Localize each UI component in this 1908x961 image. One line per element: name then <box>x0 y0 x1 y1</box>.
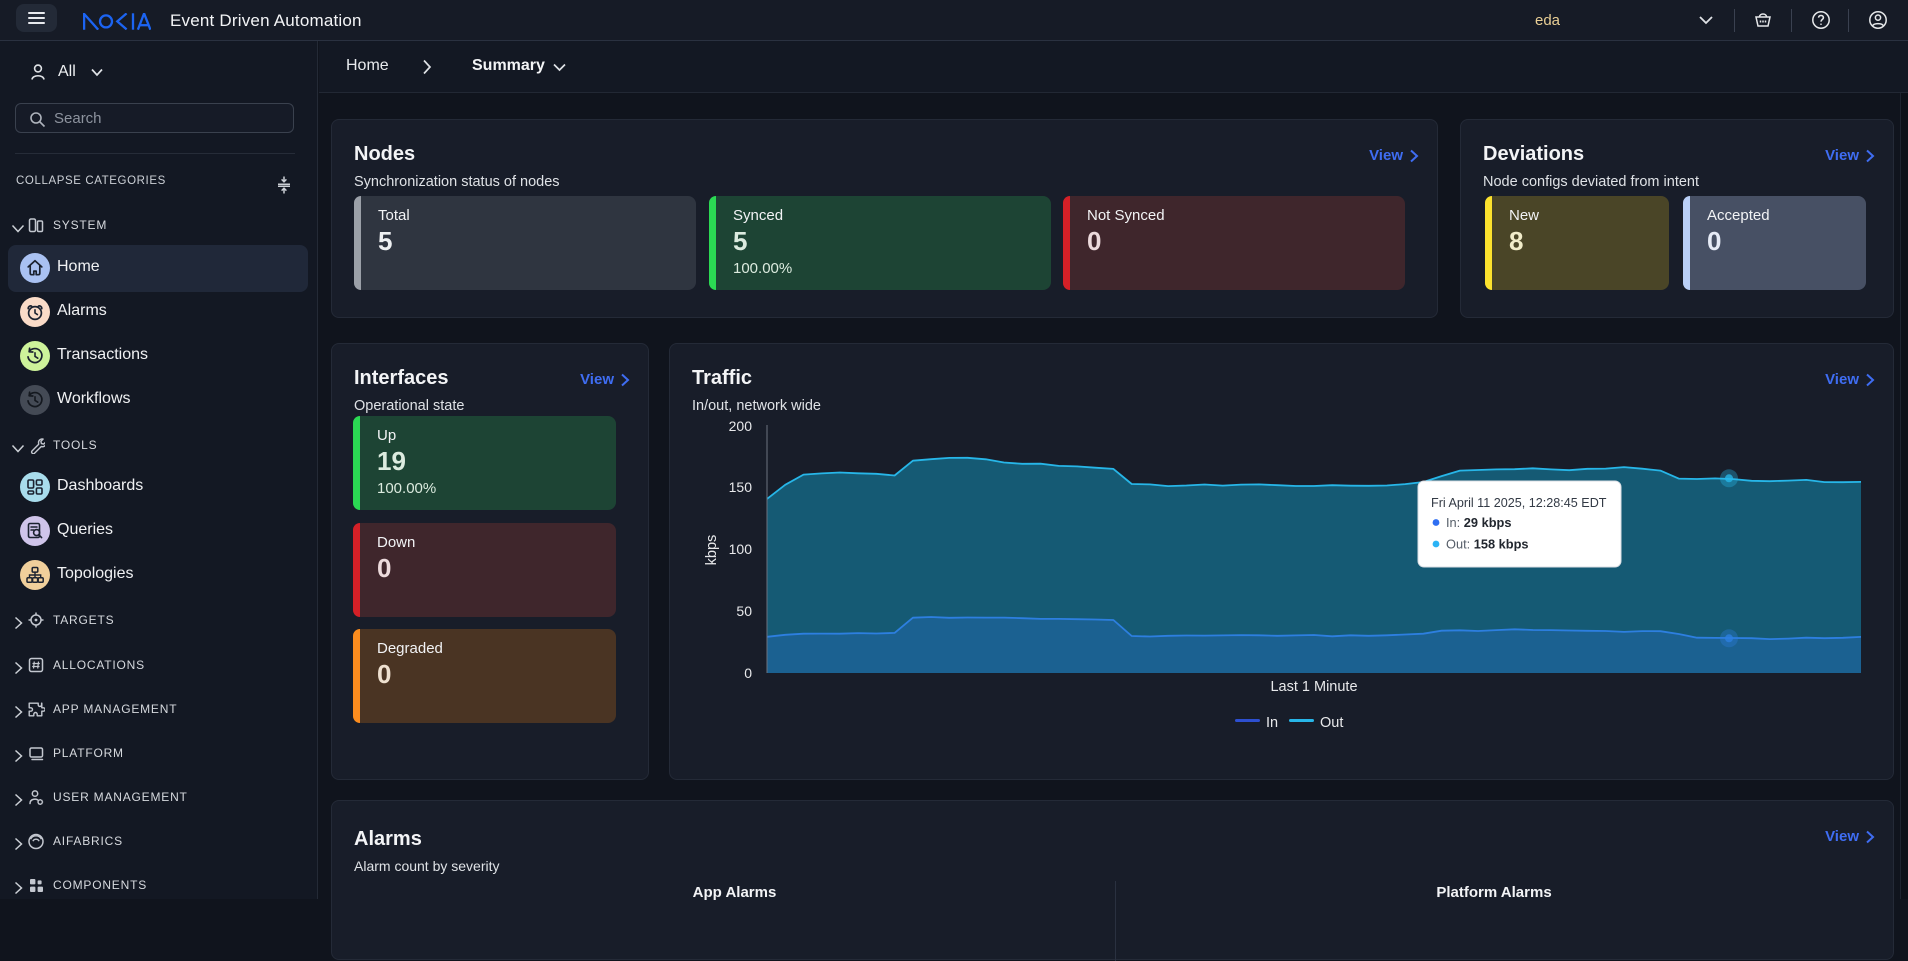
svg-text:200: 200 <box>729 418 753 434</box>
svg-text:Out: Out <box>1320 715 1343 731</box>
svg-text:50: 50 <box>736 603 752 619</box>
svg-text:Out: 158 kbps: Out: 158 kbps <box>1446 537 1529 552</box>
svg-text:Fri April 11 2025, 12:28:45 ED: Fri April 11 2025, 12:28:45 EDT <box>1431 496 1607 510</box>
svg-text:Last 1 Minute: Last 1 Minute <box>1270 679 1357 695</box>
svg-text:150: 150 <box>729 479 753 495</box>
svg-text:In: In <box>1266 715 1278 731</box>
svg-text:In: 29 kbps: In: 29 kbps <box>1446 515 1511 530</box>
svg-text:kbps: kbps <box>704 535 720 566</box>
svg-text:0: 0 <box>744 665 752 681</box>
svg-text:100: 100 <box>729 541 753 557</box>
